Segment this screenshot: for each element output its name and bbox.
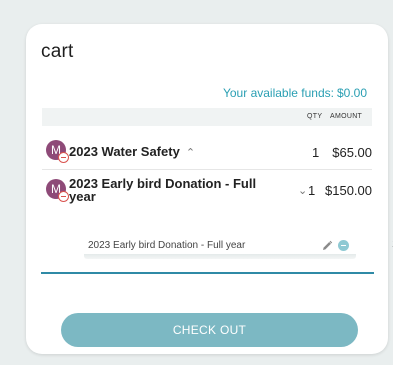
- item-name-label: 2023 Water Safety: [69, 144, 180, 159]
- item-qty: 1: [308, 183, 316, 198]
- item-name[interactable]: 2023 Water Safety ⌃: [69, 144, 195, 159]
- checkout-button[interactable]: CHECK OUT: [61, 313, 358, 347]
- chevron-down-icon[interactable]: ⌄: [298, 184, 307, 197]
- subitem-row: 2023 Early bird Donation - Full year 1: [84, 238, 393, 259]
- qty-header: QTY: [307, 113, 323, 120]
- cart-card: cart Your available funds: $0.00 QTY AMOU…: [26, 24, 393, 354]
- chevron-up-icon[interactable]: ⌃: [186, 147, 195, 159]
- available-funds: Your available funds: $0.00: [223, 86, 367, 100]
- pencil-icon[interactable]: [321, 240, 333, 252]
- subitem-divider: [84, 254, 356, 259]
- item-name[interactable]: 2023 Early bird Donation - Full year: [69, 177, 279, 203]
- cart-title: cart: [41, 41, 74, 62]
- column-header: QTY AMOUNT: [42, 108, 372, 126]
- subitem-label: 2023 Early bird Donation - Full year: [88, 240, 246, 251]
- remove-item-icon[interactable]: [58, 191, 69, 202]
- funds-label: Your available funds:: [222, 86, 334, 100]
- remove-item-icon[interactable]: [58, 152, 69, 163]
- funds-amount: $0.00: [336, 86, 367, 100]
- item-qty: 1: [312, 145, 320, 160]
- cart-item: M 2023 Water Safety ⌃ 1 $65.00: [42, 136, 372, 170]
- section-divider: [41, 272, 374, 274]
- item-amount: $65.00: [332, 145, 372, 160]
- item-amount: $150.00: [325, 183, 372, 198]
- cart-item: M 2023 Early bird Donation - Full year ⌄…: [42, 174, 372, 208]
- amount-header: AMOUNT: [330, 113, 363, 120]
- decrease-qty-button[interactable]: [338, 240, 349, 251]
